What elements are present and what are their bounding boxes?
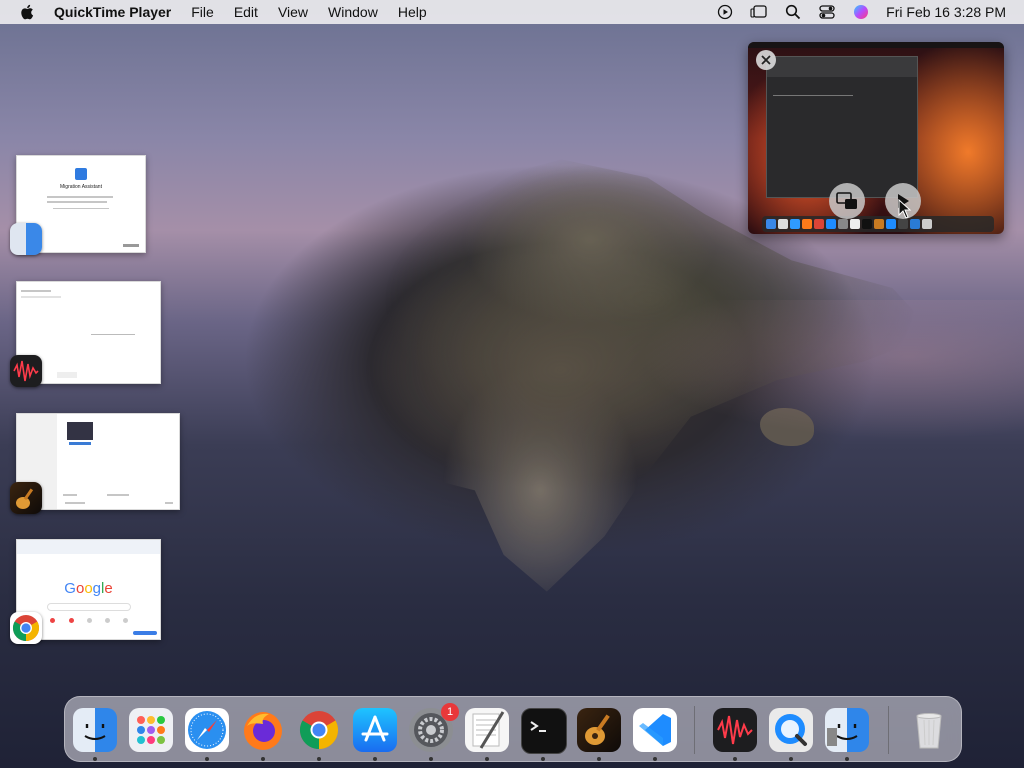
control-center-icon[interactable] — [818, 3, 836, 21]
stage-manager-icon[interactable] — [750, 3, 768, 21]
dock-trash[interactable] — [907, 708, 951, 752]
google-logo: Google — [64, 580, 113, 597]
dock-garageband[interactable] — [577, 708, 621, 752]
system-settings-badge: 1 — [441, 703, 459, 721]
menu-app-name[interactable]: QuickTime Player — [54, 4, 171, 20]
siri-icon[interactable] — [852, 3, 870, 21]
apple-menu-icon[interactable] — [18, 3, 36, 21]
finder-icon[interactable] — [10, 223, 42, 255]
garageband-icon[interactable] — [10, 482, 42, 514]
app-store-icon — [361, 715, 389, 742]
pip-exit-button[interactable] — [829, 183, 865, 219]
dock-migration-assistant[interactable] — [825, 708, 869, 752]
menu-clock[interactable]: Fri Feb 16 3:28 PM — [886, 4, 1006, 20]
launchpad-icon — [137, 716, 165, 744]
terminal-icon — [530, 721, 546, 732]
voice-memos-icon[interactable] — [10, 355, 42, 387]
dock-terminal[interactable] — [521, 708, 567, 754]
migration-icon — [75, 168, 87, 180]
dock-separator-2 — [888, 706, 889, 754]
menu-window[interactable]: Window — [328, 4, 378, 20]
menu-edit[interactable]: Edit — [234, 4, 258, 20]
thumbnail-title: Migration Assistant — [60, 184, 102, 190]
dock-finder[interactable] — [73, 708, 117, 752]
mouse-cursor-icon — [898, 199, 912, 219]
dock-safari[interactable] — [185, 708, 229, 752]
pip-close-button[interactable] — [756, 50, 776, 70]
textedit-icon — [472, 711, 505, 749]
wallpaper-glow — [640, 300, 1024, 440]
dock-textedit[interactable] — [465, 708, 509, 752]
trash-icon — [916, 713, 942, 749]
waveform-icon — [717, 715, 753, 745]
pip-mini-dock — [762, 216, 994, 232]
dock-launchpad[interactable] — [129, 708, 173, 752]
screen-recording-icon[interactable] — [716, 3, 734, 21]
dock-quicktime[interactable] — [769, 708, 813, 752]
guitar-icon — [585, 714, 610, 745]
vscode-icon — [639, 714, 671, 746]
chrome-icon — [299, 711, 339, 750]
quicktime-icon — [775, 714, 807, 746]
garageband-preview — [67, 422, 93, 440]
pip-inner-window — [766, 56, 918, 198]
close-icon — [761, 55, 771, 65]
exit-pip-icon — [836, 192, 857, 209]
menu-bar: QuickTime Player File Edit View Window H… — [0, 0, 1024, 24]
menu-help[interactable]: Help — [398, 4, 427, 20]
chrome-icon[interactable] — [10, 612, 42, 644]
finder-icon — [84, 724, 106, 740]
spotlight-search-icon[interactable] — [784, 3, 802, 21]
menu-file[interactable]: File — [191, 4, 214, 20]
pip-video-window[interactable] — [748, 42, 1004, 234]
dock-firefox[interactable] — [241, 708, 285, 752]
dock-chrome[interactable] — [297, 708, 341, 752]
dock-voice-memos[interactable] — [713, 708, 757, 752]
dock-app-store[interactable] — [353, 708, 397, 752]
dock-separator — [694, 706, 695, 754]
dock-vscode[interactable] — [633, 708, 677, 752]
menu-view[interactable]: View — [278, 4, 308, 20]
pip-mini-menubar — [748, 42, 1004, 48]
migration-icon — [827, 724, 858, 746]
firefox-icon — [244, 712, 282, 750]
safari-icon — [188, 711, 226, 749]
